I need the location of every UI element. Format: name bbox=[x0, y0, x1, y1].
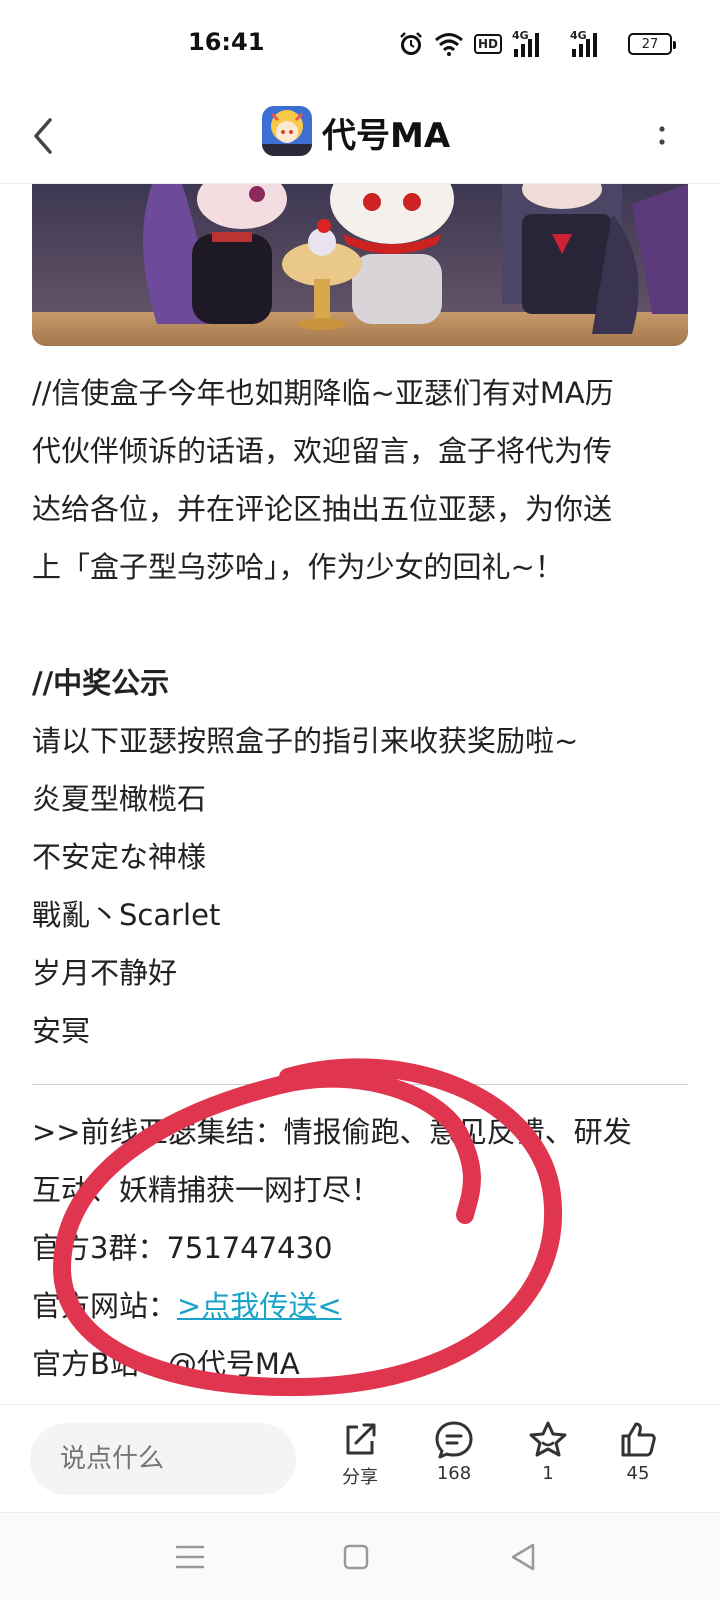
winner-name: 安冥 bbox=[32, 1014, 91, 1048]
app-header: 代号MA bbox=[0, 88, 720, 184]
share-label: 分享 bbox=[342, 1467, 378, 1488]
back-button[interactable] bbox=[24, 110, 64, 162]
official-bili-line: 官方B站：@代号MA bbox=[32, 1335, 692, 1393]
comment-count: 168 bbox=[436, 1463, 472, 1484]
comment-button[interactable]: 168 bbox=[414, 1419, 494, 1484]
text-line: 上「盒子型乌莎哈」，作为少女的回礼~！ bbox=[32, 550, 564, 584]
battery-icon: 27 bbox=[628, 33, 676, 55]
star-icon bbox=[529, 1421, 567, 1457]
winner-name: 炎夏型橄榄石 bbox=[32, 782, 207, 816]
post-action-bar: 分享 168 1 45 bbox=[0, 1404, 720, 1512]
menu-button[interactable] bbox=[170, 1537, 210, 1577]
favorite-button[interactable]: 1 bbox=[508, 1419, 588, 1484]
menu-icon bbox=[175, 1545, 205, 1569]
back-nav-button[interactable] bbox=[504, 1537, 544, 1577]
post-intro: //信使盒子今年也如期降临~亚瑟们有对MA历 代伙伴倾诉的话语，欢迎留言，盒子将… bbox=[32, 364, 692, 596]
bili-account: @代号MA bbox=[167, 1347, 300, 1381]
status-bar: 16:41 HD 4G 4G 27 bbox=[0, 0, 720, 88]
winner-name: 不安定な神様 bbox=[32, 840, 207, 874]
network-type-label: 4G bbox=[570, 29, 587, 42]
home-button[interactable] bbox=[336, 1537, 376, 1577]
alarm-icon bbox=[398, 31, 424, 57]
official-group-line: 官方3群：751747430 bbox=[32, 1219, 692, 1277]
favorite-count: 1 bbox=[542, 1463, 554, 1484]
network-type-label: 4G bbox=[512, 29, 529, 42]
more-button[interactable] bbox=[650, 116, 674, 156]
app-logo bbox=[262, 106, 312, 156]
text-line: 代伙伴倾诉的话语，欢迎留言，盒子将代为传 bbox=[32, 434, 613, 468]
group-number: 751747430 bbox=[166, 1231, 333, 1265]
site-label: 官方网站： bbox=[32, 1289, 178, 1323]
like-count: 45 bbox=[626, 1463, 650, 1484]
like-button[interactable]: 45 bbox=[598, 1419, 678, 1484]
triangle-back-icon bbox=[511, 1543, 535, 1571]
text-line: 达给各位，并在评论区抽出五位亚瑟，为你送 bbox=[32, 492, 613, 526]
signal-icon: 4G bbox=[570, 29, 618, 57]
share-icon bbox=[346, 1423, 376, 1455]
chevron-left-icon bbox=[34, 118, 52, 154]
page-title: 代号MA bbox=[322, 116, 451, 156]
system-nav-bar bbox=[0, 1512, 720, 1600]
text-line: //信使盒子今年也如期降临~亚瑟们有对MA历 bbox=[32, 376, 614, 410]
home-square-icon bbox=[343, 1544, 369, 1570]
winner-name: 戰亂丶Scarlet bbox=[32, 898, 221, 932]
status-icons: HD 4G 4G 27 bbox=[398, 29, 676, 58]
group-label: 官方3群： bbox=[32, 1231, 167, 1265]
footer-text-line: 互动、妖精捕获一网打尽！ bbox=[32, 1173, 381, 1207]
footer-text-line: >>前线亚瑟集结：情报偷跑、意见反馈、研发 bbox=[32, 1115, 632, 1149]
divider bbox=[32, 1084, 688, 1085]
status-time: 16:41 bbox=[188, 28, 265, 56]
post-banner-image bbox=[32, 184, 688, 346]
thumbs-up-icon bbox=[621, 1422, 656, 1457]
hd-icon: HD bbox=[473, 34, 502, 54]
more-vertical-icon bbox=[659, 126, 665, 145]
winner-name: 岁月不静好 bbox=[32, 956, 178, 990]
post-content: //信使盒子今年也如期降临~亚瑟们有对MA历 代伙伴倾诉的话语，欢迎留言，盒子将… bbox=[32, 364, 692, 1393]
bili-label: 官方B站： bbox=[32, 1347, 168, 1381]
official-site-link[interactable]: >点我传送< bbox=[177, 1289, 342, 1323]
winners-intro: 请以下亚瑟按照盒子的指引来收获奖励啦~ bbox=[32, 724, 579, 758]
wifi-icon bbox=[434, 32, 464, 56]
official-site-line: 官方网站：>点我传送< bbox=[32, 1277, 692, 1335]
comment-icon bbox=[435, 1421, 473, 1459]
winners-heading: //中奖公示 bbox=[32, 666, 170, 700]
comment-input[interactable] bbox=[30, 1423, 296, 1495]
share-button[interactable]: 分享 bbox=[320, 1419, 400, 1489]
signal-icon: 4G bbox=[512, 29, 560, 57]
